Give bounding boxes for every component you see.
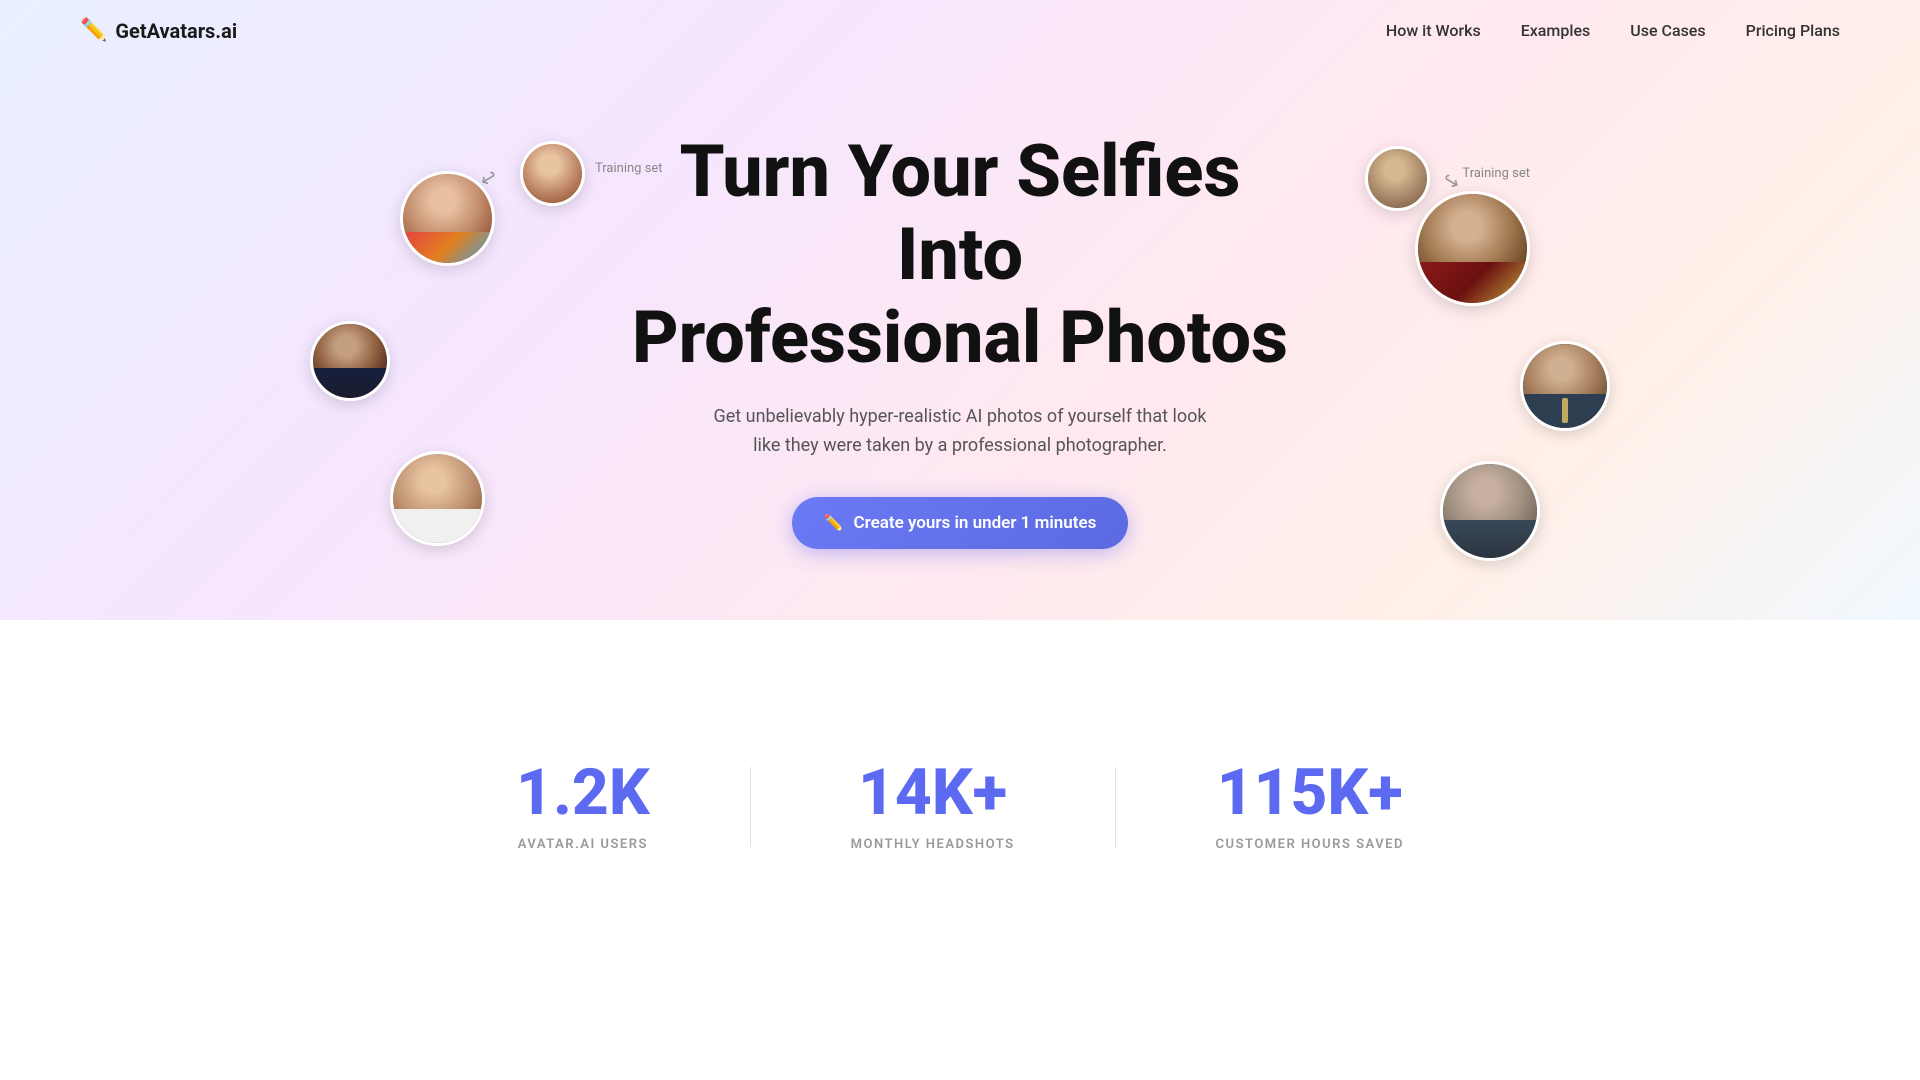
stat-item-hours: 115K+ CUSTOMER HOURS SAVED (1116, 761, 1504, 852)
nav-link-use-cases[interactable]: Use Cases (1630, 21, 1705, 40)
brand-name: GetAvatars.ai (115, 19, 237, 43)
hero-subtitle: Get unbelievably hyper-realistic AI phot… (710, 403, 1210, 461)
nav-menu: How it Works Examples Use Cases Pricing … (1386, 21, 1840, 40)
stat-value-users: 1.2K (516, 761, 650, 825)
hero-cta-button[interactable]: ✏️ Create yours in under 1 minutes (792, 497, 1129, 549)
nav-link-examples[interactable]: Examples (1521, 21, 1591, 40)
logo-icon: ✏️ (80, 18, 107, 43)
hero-section: ↩ Training set ↪ Training set (0, 61, 1920, 621)
stat-label-hours: CUSTOMER HOURS SAVED (1216, 837, 1404, 852)
navbar: ✏️ GetAvatars.ai How it Works Examples U… (0, 0, 1920, 61)
nav-link-pricing-plans[interactable]: Pricing Plans (1746, 21, 1840, 40)
stat-item-headshots: 14K+ MONTHLY HEADSHOTS (751, 761, 1115, 852)
brand-logo[interactable]: ✏️ GetAvatars.ai (80, 18, 237, 43)
stat-item-users: 1.2K AVATAR.AI USERS (416, 761, 750, 852)
stat-value-hours: 115K+ (1216, 761, 1404, 825)
hero-title: Turn Your Selfies Into Professional Phot… (610, 131, 1310, 379)
hero-content: Turn Your Selfies Into Professional Phot… (20, 101, 1900, 549)
stats-section: 1.2K AVATAR.AI USERS 14K+ MONTHLY HEADSH… (0, 701, 1920, 912)
hero-cta-label: Create yours in under 1 minutes (854, 513, 1097, 533)
stat-label-users: AVATAR.AI USERS (516, 837, 650, 852)
stat-value-headshots: 14K+ (851, 761, 1015, 825)
nav-link-how-it-works[interactable]: How it Works (1386, 21, 1481, 40)
stat-label-headshots: MONTHLY HEADSHOTS (851, 837, 1015, 852)
pencil-icon: ✏️ (824, 513, 844, 532)
